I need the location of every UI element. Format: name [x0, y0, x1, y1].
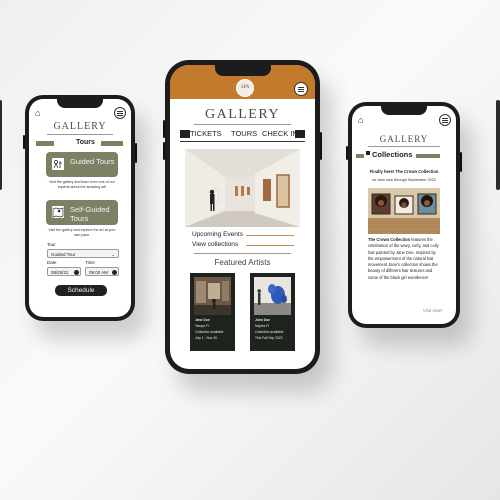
section-title: Tours: [76, 139, 95, 146]
date-field[interactable]: 08/20/22: [47, 267, 81, 276]
home-icon[interactable]: ⌂: [35, 109, 40, 118]
gallery-title: GALLERY: [204, 107, 281, 122]
visit-now-link[interactable]: Visit now!: [423, 308, 442, 313]
crown-collection-image: [368, 188, 440, 234]
self-guided-tours-caption: Visit the gallery and explore the art at…: [48, 228, 116, 237]
schedule-button[interactable]: Schedule: [55, 285, 107, 296]
map-icon: [52, 206, 64, 218]
phone-collections: ⌂ GALLERY Collections Finally here! The …: [346, 102, 462, 328]
gallery-title: GALLERY: [379, 134, 429, 144]
artist-dates: This Fall Sep 2022: [255, 336, 283, 340]
calendar-icon[interactable]: [73, 269, 79, 275]
artist-location: Tampa Fl: [195, 324, 209, 328]
date-field-value: 08/20/22: [51, 270, 69, 275]
phone-tours: ⌂ GALLERY Tours Guided Tours Visit the g…: [23, 95, 137, 321]
arrow-right-icon: [246, 245, 294, 246]
notch: [381, 106, 427, 115]
collection-description: The Crown Collection features the celebr…: [368, 237, 442, 281]
section-title: Collections: [372, 150, 413, 159]
artist-artwork-image: [194, 277, 231, 315]
time-field[interactable]: 09:00 AM: [85, 267, 119, 276]
collection-headline: Finally here! The Crown Collection: [369, 169, 439, 174]
collection-subhead: on view now through September 2022: [372, 178, 436, 182]
phone-home: SFA GALLERY TICKETS TOURS CHECK IN Upcom…: [163, 60, 322, 374]
collection-body: features the celebration of the wavy, cu…: [368, 237, 439, 280]
tour-select-value: Guided Tour: [51, 252, 76, 257]
home-icon[interactable]: ⌂: [358, 116, 363, 125]
artist-name: John Doe: [255, 318, 271, 322]
clock-icon[interactable]: [111, 269, 117, 275]
bullet-icon: [366, 151, 370, 155]
nav-tickets[interactable]: TICKETS: [190, 129, 222, 138]
time-label: Time: [85, 260, 95, 265]
time-field-value: 09:00 AM: [89, 270, 109, 275]
chevron-down-icon: ⌄: [111, 252, 115, 257]
guided-tours-caption: Visit the gallery and learn from one of …: [49, 180, 115, 189]
artist-card[interactable]: Jane Doe Tampa Fl Collection available J…: [190, 273, 235, 351]
date-label: Date: [47, 260, 57, 265]
menu-icon[interactable]: [114, 107, 126, 119]
nav-tours[interactable]: TOURS: [231, 129, 257, 138]
tour-label: Tour: [47, 242, 56, 247]
notch: [57, 99, 103, 108]
gallery-title: GALLERY: [53, 121, 107, 132]
logo-text: SFA: [241, 85, 249, 90]
home-screen: SFA GALLERY TICKETS TOURS CHECK IN Upcom…: [170, 65, 315, 369]
artist-location: Naples Fl: [255, 324, 269, 328]
notch: [214, 65, 271, 76]
artist-status: Collection available: [195, 330, 224, 334]
view-collections-link[interactable]: View collections: [192, 241, 238, 248]
edge-phone-right: [496, 100, 500, 190]
self-guided-tours-button[interactable]: Self-Guided Tours: [46, 200, 118, 225]
logo[interactable]: SFA: [236, 79, 254, 97]
guided-tours-button[interactable]: Guided Tours: [46, 152, 118, 177]
artist-artwork-image: [254, 277, 291, 315]
tour-guide-icon: [52, 158, 64, 170]
nav-check-in[interactable]: CHECK IN: [262, 129, 298, 138]
self-guided-tours-label: Self-Guided Tours: [70, 205, 110, 223]
menu-icon[interactable]: [294, 82, 308, 96]
tour-select[interactable]: Guided Tour ⌄: [47, 249, 119, 258]
arrow-right-icon: [246, 235, 294, 236]
featured-artists-title: Featured Artists: [214, 258, 271, 267]
collections-screen: ⌂ GALLERY Collections Finally here! The …: [352, 106, 456, 324]
upcoming-events-link[interactable]: Upcoming Events: [192, 231, 243, 238]
artist-card[interactable]: John Doe Naples Fl Collection available …: [250, 273, 295, 351]
edge-phone-left: [0, 100, 2, 190]
artist-dates: July 1 - Nov 30: [195, 336, 217, 340]
gallery-hero-image: [185, 149, 300, 227]
artist-status: Collection available: [255, 330, 284, 334]
collection-name: The Crown Collection: [368, 237, 411, 242]
tours-screen: ⌂ GALLERY Tours Guided Tours Visit the g…: [29, 99, 131, 317]
guided-tours-label: Guided Tours: [70, 157, 115, 166]
artist-name: Jane Doe: [195, 318, 210, 322]
menu-icon[interactable]: [439, 114, 451, 126]
